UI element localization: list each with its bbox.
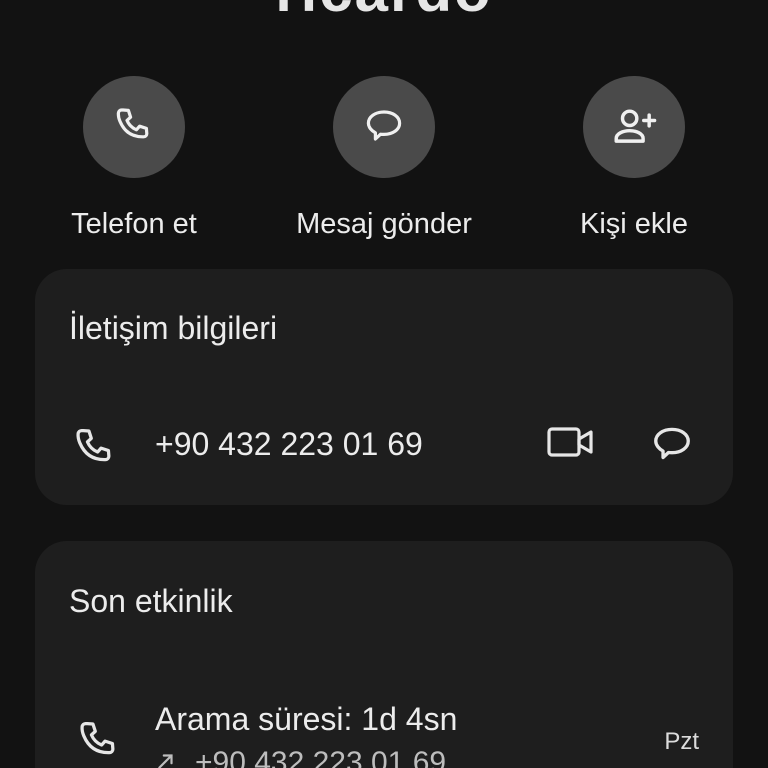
contact-details-screen: ricardo Telefon et Mesaj gönder Kişi ekl… xyxy=(0,0,768,768)
activity-day: Pzt xyxy=(664,728,699,755)
phone-icon xyxy=(116,108,149,139)
outgoing-call-arrow-icon xyxy=(155,746,177,768)
recent-activity-card: Son etkinlik Arama süresi: 1d 4sn +90 43… xyxy=(35,541,733,768)
call-action-button[interactable]: Telefon et xyxy=(14,76,254,241)
phone-row-icon[interactable] xyxy=(69,423,121,475)
message-action-button[interactable]: Mesaj gönder xyxy=(264,76,504,241)
person-add-icon xyxy=(614,109,657,143)
contact-name-title: ricardo xyxy=(0,0,768,25)
message-action-circle[interactable] xyxy=(333,76,435,178)
add-contact-action-label: Kişi ekle xyxy=(580,208,688,240)
phone-icon xyxy=(76,428,111,462)
video-call-button[interactable] xyxy=(545,422,597,467)
call-action-circle[interactable] xyxy=(83,76,185,178)
message-icon xyxy=(366,110,402,141)
phone-number[interactable]: +90 432 223 01 69 xyxy=(155,426,423,463)
contact-info-card: İletişim bilgileri +90 432 223 01 69 xyxy=(35,269,733,505)
activity-number-row: +90 432 223 01 69 xyxy=(155,746,446,768)
video-call-icon xyxy=(547,427,593,457)
send-message-button[interactable] xyxy=(647,420,697,475)
contact-info-title: İletişim bilgileri xyxy=(69,310,278,346)
activity-phone-icon-wrap xyxy=(73,716,125,768)
message-icon xyxy=(654,427,690,460)
call-action-label: Telefon et xyxy=(71,208,197,240)
add-contact-action-button[interactable]: Kişi ekle xyxy=(514,76,754,241)
add-contact-action-circle[interactable] xyxy=(583,76,685,178)
message-action-label: Mesaj gönder xyxy=(296,208,472,240)
call-duration: Arama süresi: 1d 4sn xyxy=(155,701,458,737)
recent-activity-title: Son etkinlik xyxy=(69,583,233,619)
phone-icon xyxy=(80,721,115,755)
activity-number: +90 432 223 01 69 xyxy=(195,746,447,768)
